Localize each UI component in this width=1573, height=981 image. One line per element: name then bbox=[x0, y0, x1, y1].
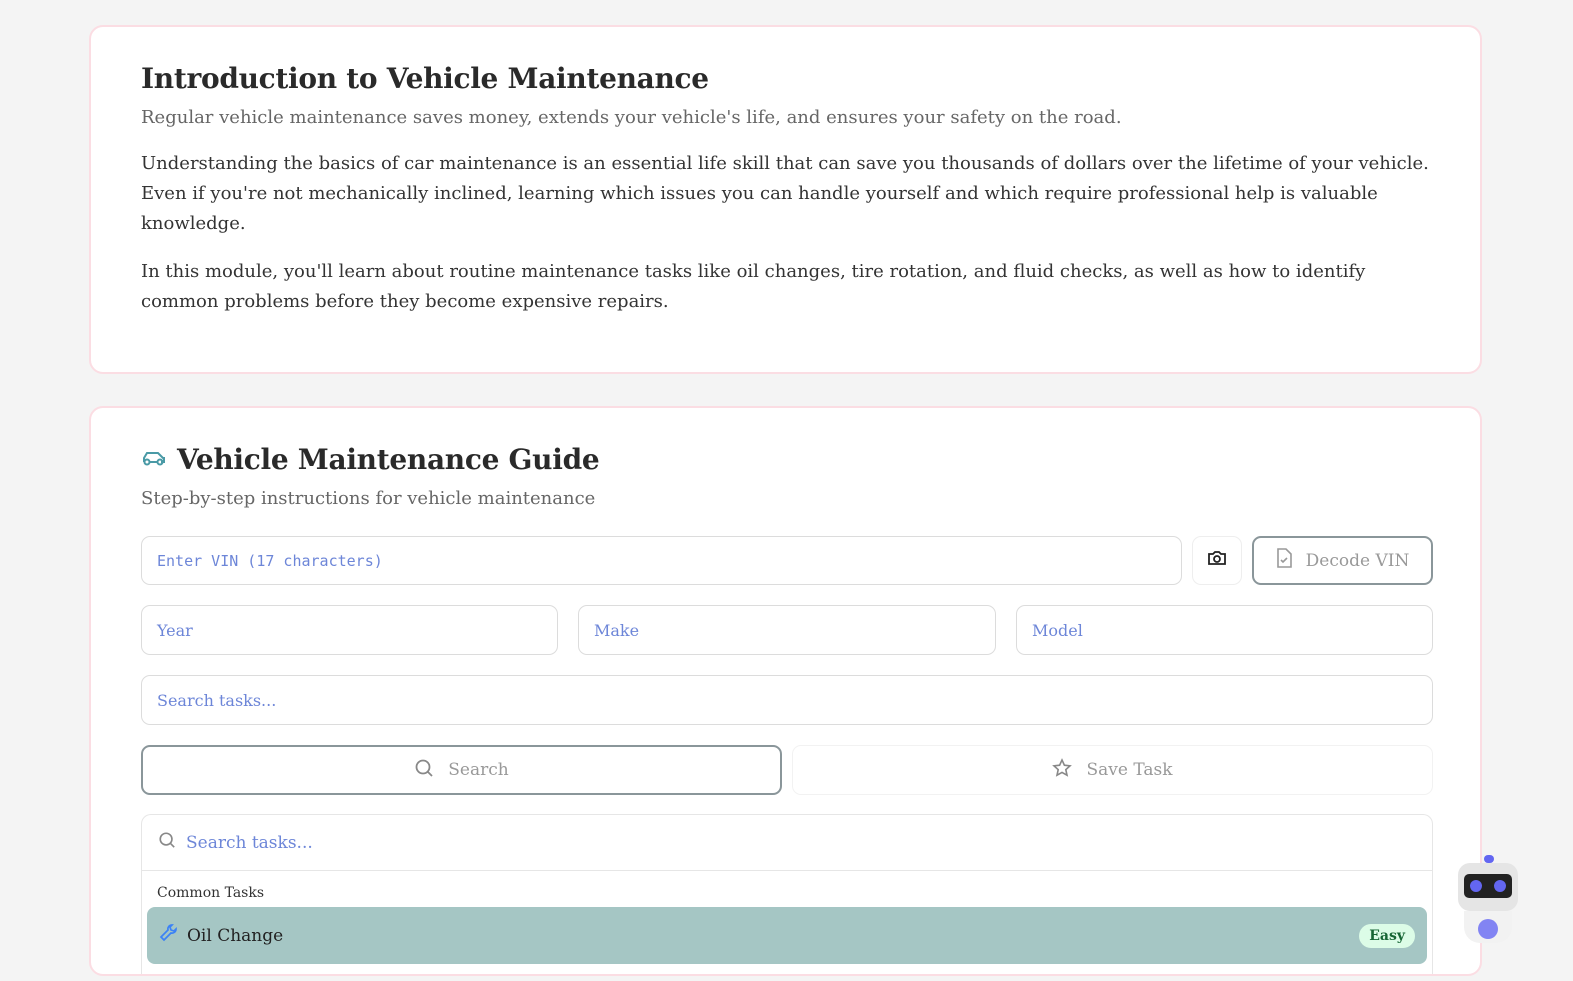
camera-button[interactable] bbox=[1192, 536, 1242, 585]
intro-title: Introduction to Vehicle Maintenance bbox=[141, 62, 709, 95]
file-check-icon bbox=[1276, 548, 1292, 573]
search-icon bbox=[414, 758, 434, 783]
vin-input[interactable]: Enter VIN (17 characters) bbox=[141, 536, 1182, 585]
robot-face-icon bbox=[1464, 874, 1512, 898]
car-icon bbox=[141, 448, 167, 472]
camera-icon bbox=[1207, 549, 1227, 572]
guide-title: Vehicle Maintenance Guide bbox=[177, 443, 600, 476]
command-search-input[interactable]: Search tasks... bbox=[142, 815, 1432, 871]
year-input[interactable]: Year bbox=[141, 605, 558, 655]
task-command-menu: Search tasks... Common Tasks Oil Change … bbox=[141, 814, 1433, 974]
decode-vin-button[interactable]: Decode VIN bbox=[1252, 536, 1433, 585]
intro-paragraph: Understanding the basics of car maintena… bbox=[141, 153, 1429, 234]
save-task-button[interactable]: Save Task bbox=[792, 745, 1433, 795]
make-input[interactable]: Make bbox=[578, 605, 996, 655]
model-input[interactable]: Model bbox=[1016, 605, 1433, 655]
search-tasks-input[interactable]: Search tasks... bbox=[141, 675, 1433, 725]
search-button[interactable]: Search bbox=[141, 745, 782, 795]
intro-card: Introduction to Vehicle Maintenance Regu… bbox=[89, 25, 1482, 374]
task-item-oil-change[interactable]: Oil Change Easy bbox=[147, 907, 1427, 964]
difficulty-badge: Easy bbox=[1359, 923, 1415, 948]
group-heading: Common Tasks bbox=[157, 885, 265, 901]
guide-subtitle: Step-by-step instructions for vehicle ma… bbox=[141, 488, 596, 509]
guide-card: Vehicle Maintenance Guide Step-by-step i… bbox=[89, 406, 1482, 976]
wrench-icon bbox=[159, 923, 179, 948]
star-icon bbox=[1052, 757, 1073, 783]
assistant-robot-button[interactable] bbox=[1458, 855, 1520, 945]
intro-paragraph: In this module, you'll learn about routi… bbox=[141, 261, 1366, 312]
search-icon bbox=[158, 831, 176, 854]
intro-subtitle: Regular vehicle maintenance saves money,… bbox=[141, 107, 1122, 128]
